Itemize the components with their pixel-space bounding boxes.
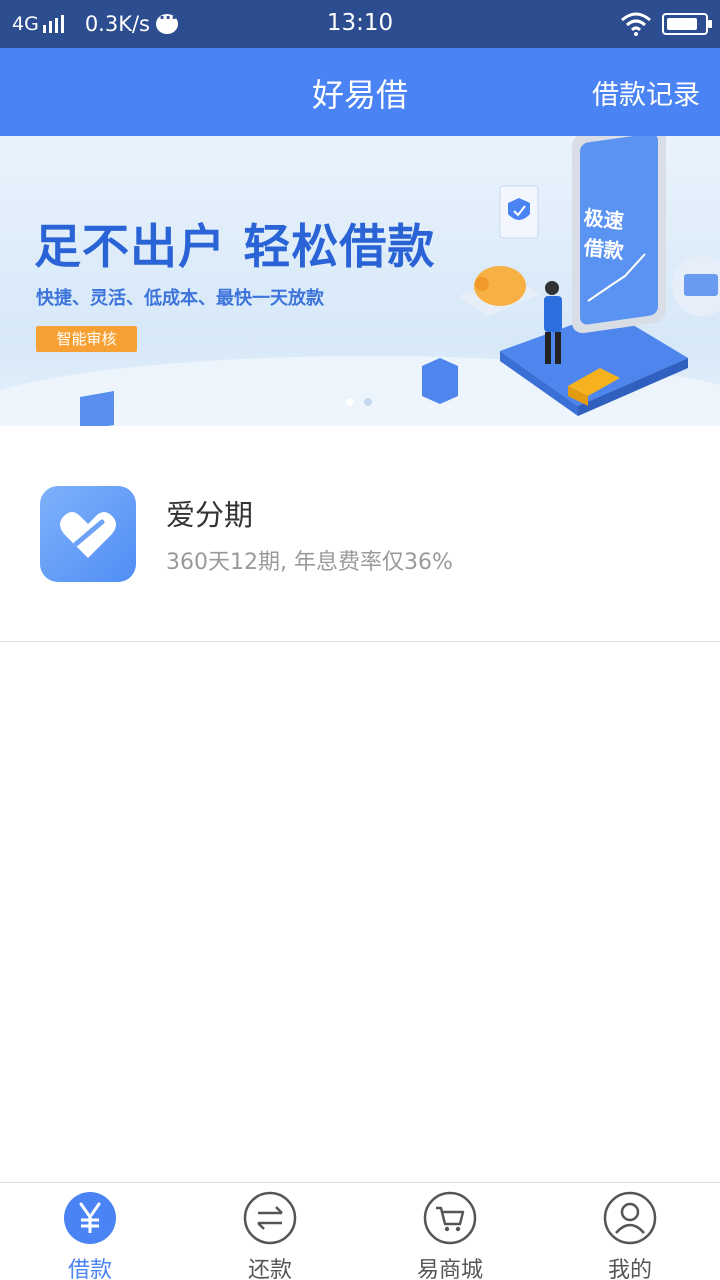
banner-dot xyxy=(364,398,372,406)
tab-label: 易商城 xyxy=(416,1258,483,1280)
battery-icon xyxy=(662,13,712,35)
status-right xyxy=(620,12,712,36)
loan-records-link[interactable]: 借款记录 xyxy=(592,73,700,112)
tab-repay[interactable]: 还款 xyxy=(180,1183,360,1280)
tab-label: 还款 xyxy=(247,1258,292,1280)
product-description: 360天12期, 年息费率仅36% xyxy=(166,550,453,575)
yen-icon xyxy=(64,1192,116,1244)
heart-icon xyxy=(40,486,136,582)
wifi-icon xyxy=(621,12,651,36)
banner-dot-active xyxy=(346,398,354,406)
product-item[interactable]: 爱分期 360天12期, 年息费率仅36% xyxy=(0,426,720,642)
app-header: 好易借 借款记录 xyxy=(0,48,720,136)
banner-headline: 足不出户 轻松借款 xyxy=(34,220,436,275)
transfer-icon xyxy=(243,1191,297,1245)
product-name: 爱分期 xyxy=(166,498,254,532)
bottom-tab-bar: 借款 还款 易商城 我的 xyxy=(0,1182,720,1280)
banner-subtitle: 快捷、灵活、低成本、最快一天放款 xyxy=(36,288,324,309)
banner-illustration: 极速 借款 xyxy=(422,136,720,416)
status-bar: 4G 0.3K/s 13:10 xyxy=(0,0,720,48)
tab-label: 借款 xyxy=(67,1258,112,1280)
phone-text-line2: 借款 xyxy=(582,235,626,263)
tab-label: 我的 xyxy=(607,1258,652,1280)
tab-mall[interactable]: 易商城 xyxy=(360,1183,540,1280)
phone-text-line1: 极速 xyxy=(583,205,625,233)
status-time: 13:10 xyxy=(326,10,394,36)
cart-icon xyxy=(423,1191,477,1245)
promo-banner[interactable]: 足不出户 轻松借款 快捷、灵活、低成本、最快一天放款 智能审核 极速 借款 xyxy=(0,136,720,426)
cube-decoration xyxy=(80,391,114,426)
banner-badge: 智能审核 xyxy=(36,326,137,352)
screen: 4G 0.3K/s 13:10 好易借 借款记录 足不出户 轻松借款 快捷、灵活… xyxy=(0,0,720,1280)
user-icon xyxy=(603,1191,657,1245)
tab-loan[interactable]: 借款 xyxy=(0,1183,180,1280)
banner-pagination xyxy=(346,398,382,406)
tab-profile[interactable]: 我的 xyxy=(540,1183,720,1280)
